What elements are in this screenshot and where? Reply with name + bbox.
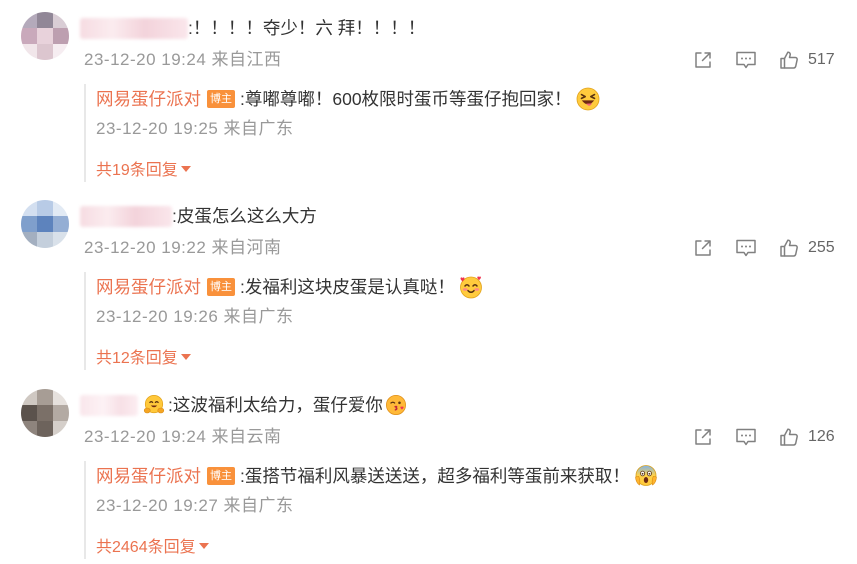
username-link[interactable]	[80, 394, 138, 416]
like-button[interactable]: 517	[779, 49, 835, 71]
comment-header: :这波福利太给力，蛋仔爱你	[80, 393, 407, 417]
like-button[interactable]: 126	[779, 426, 835, 448]
like-count: 126	[808, 428, 835, 445]
comment-item: :这波福利太给力，蛋仔爱你 23-12-20 19:24 来自云南 126 网易…	[0, 377, 857, 564]
avatar[interactable]	[21, 200, 69, 248]
comment-icon	[735, 427, 757, 447]
avatar[interactable]	[21, 389, 69, 437]
caret-down-icon	[198, 543, 209, 549]
comment-icon	[735, 238, 757, 258]
caret-down-icon	[180, 166, 191, 172]
more-replies-label: 共2464条回复	[96, 539, 196, 556]
reply-author-link[interactable]: 网易蛋仔派对	[96, 275, 201, 299]
caret-down-icon	[180, 354, 191, 360]
heart-blush-emoji-icon	[459, 276, 482, 299]
reply-author-link[interactable]: 网易蛋仔派对	[96, 87, 201, 111]
reply-author-link[interactable]: 网易蛋仔派对	[96, 464, 201, 488]
scream-emoji-icon	[635, 465, 657, 486]
comment-text: :！！！！夺少！六 拜！！！！	[188, 18, 426, 38]
reply-divider	[84, 272, 86, 370]
username-link[interactable]	[80, 17, 188, 39]
comment-timestamp: 23-12-20 19:22 来自河南	[84, 238, 282, 257]
more-replies-label: 共12条回复	[96, 350, 178, 367]
reply-header: 网易蛋仔派对 博主 :发福利这块皮蛋是认真哒！	[96, 275, 483, 299]
kiss-emoji-icon	[385, 395, 406, 415]
share-icon	[693, 238, 713, 258]
share-icon	[693, 427, 713, 447]
reply-header: 网易蛋仔派对 博主 :尊嘟尊嘟！600枚限时蛋币等蛋仔抱回家！	[96, 87, 600, 111]
share-button[interactable]	[693, 238, 713, 258]
comment-timestamp: 23-12-20 19:24 来自江西	[84, 50, 282, 69]
comment-text: :这波福利太给力，蛋仔爱你	[168, 395, 383, 415]
laughing-tongue-emoji-icon	[576, 87, 599, 111]
like-icon	[779, 50, 799, 70]
blogger-badge: 博主	[207, 278, 235, 296]
comment-button[interactable]	[735, 238, 757, 258]
comment-text: :皮蛋怎么这么大方	[172, 206, 317, 226]
reply-header: 网易蛋仔派对 博主 :蛋搭节福利风暴送送送，超多福利等蛋前来获取！	[96, 464, 658, 488]
reply-timestamp: 23-12-20 19:26 来自广东	[96, 307, 294, 326]
reply-text: :蛋搭节福利风暴送送送，超多福利等蛋前来获取！	[240, 466, 630, 486]
more-replies-label: 共19条回复	[96, 162, 178, 179]
reply-timestamp: 23-12-20 19:25 来自广东	[96, 119, 294, 138]
comment-timestamp: 23-12-20 19:24 来自云南	[84, 427, 282, 446]
more-replies-link[interactable]: 共19条回复	[96, 157, 191, 179]
reply-timestamp: 23-12-20 19:27 来自广东	[96, 496, 294, 515]
blogger-badge: 博主	[207, 90, 235, 108]
username-link[interactable]	[80, 205, 172, 227]
comment-item: :！！！！夺少！六 拜！！！！ 23-12-20 19:24 来自江西 517 …	[0, 0, 857, 188]
like-count: 517	[808, 51, 835, 68]
hugging-emoji-icon	[143, 395, 165, 414]
reply-divider	[84, 461, 86, 559]
like-count: 255	[808, 239, 835, 256]
reply-divider	[84, 84, 86, 182]
reply-text: :尊嘟尊嘟！600枚限时蛋币等蛋仔抱回家！	[240, 89, 572, 109]
avatar[interactable]	[21, 12, 69, 60]
like-button[interactable]: 255	[779, 237, 835, 259]
comment-item: :皮蛋怎么这么大方 23-12-20 19:22 来自河南 255 网易蛋仔派对…	[0, 188, 857, 376]
blogger-badge: 博主	[207, 467, 235, 485]
comment-button[interactable]	[735, 50, 757, 70]
comment-header: :皮蛋怎么这么大方	[80, 204, 317, 228]
share-button[interactable]	[693, 50, 713, 70]
like-icon	[779, 238, 799, 258]
share-button[interactable]	[693, 427, 713, 447]
reply-text: :发福利这块皮蛋是认真哒！	[240, 277, 455, 297]
comment-header: :！！！！夺少！六 拜！！！！	[80, 16, 425, 40]
comment-button[interactable]	[735, 427, 757, 447]
comment-icon	[735, 50, 757, 70]
like-icon	[779, 427, 799, 447]
more-replies-link[interactable]: 共12条回复	[96, 345, 191, 367]
share-icon	[693, 50, 713, 70]
more-replies-link[interactable]: 共2464条回复	[96, 534, 209, 556]
